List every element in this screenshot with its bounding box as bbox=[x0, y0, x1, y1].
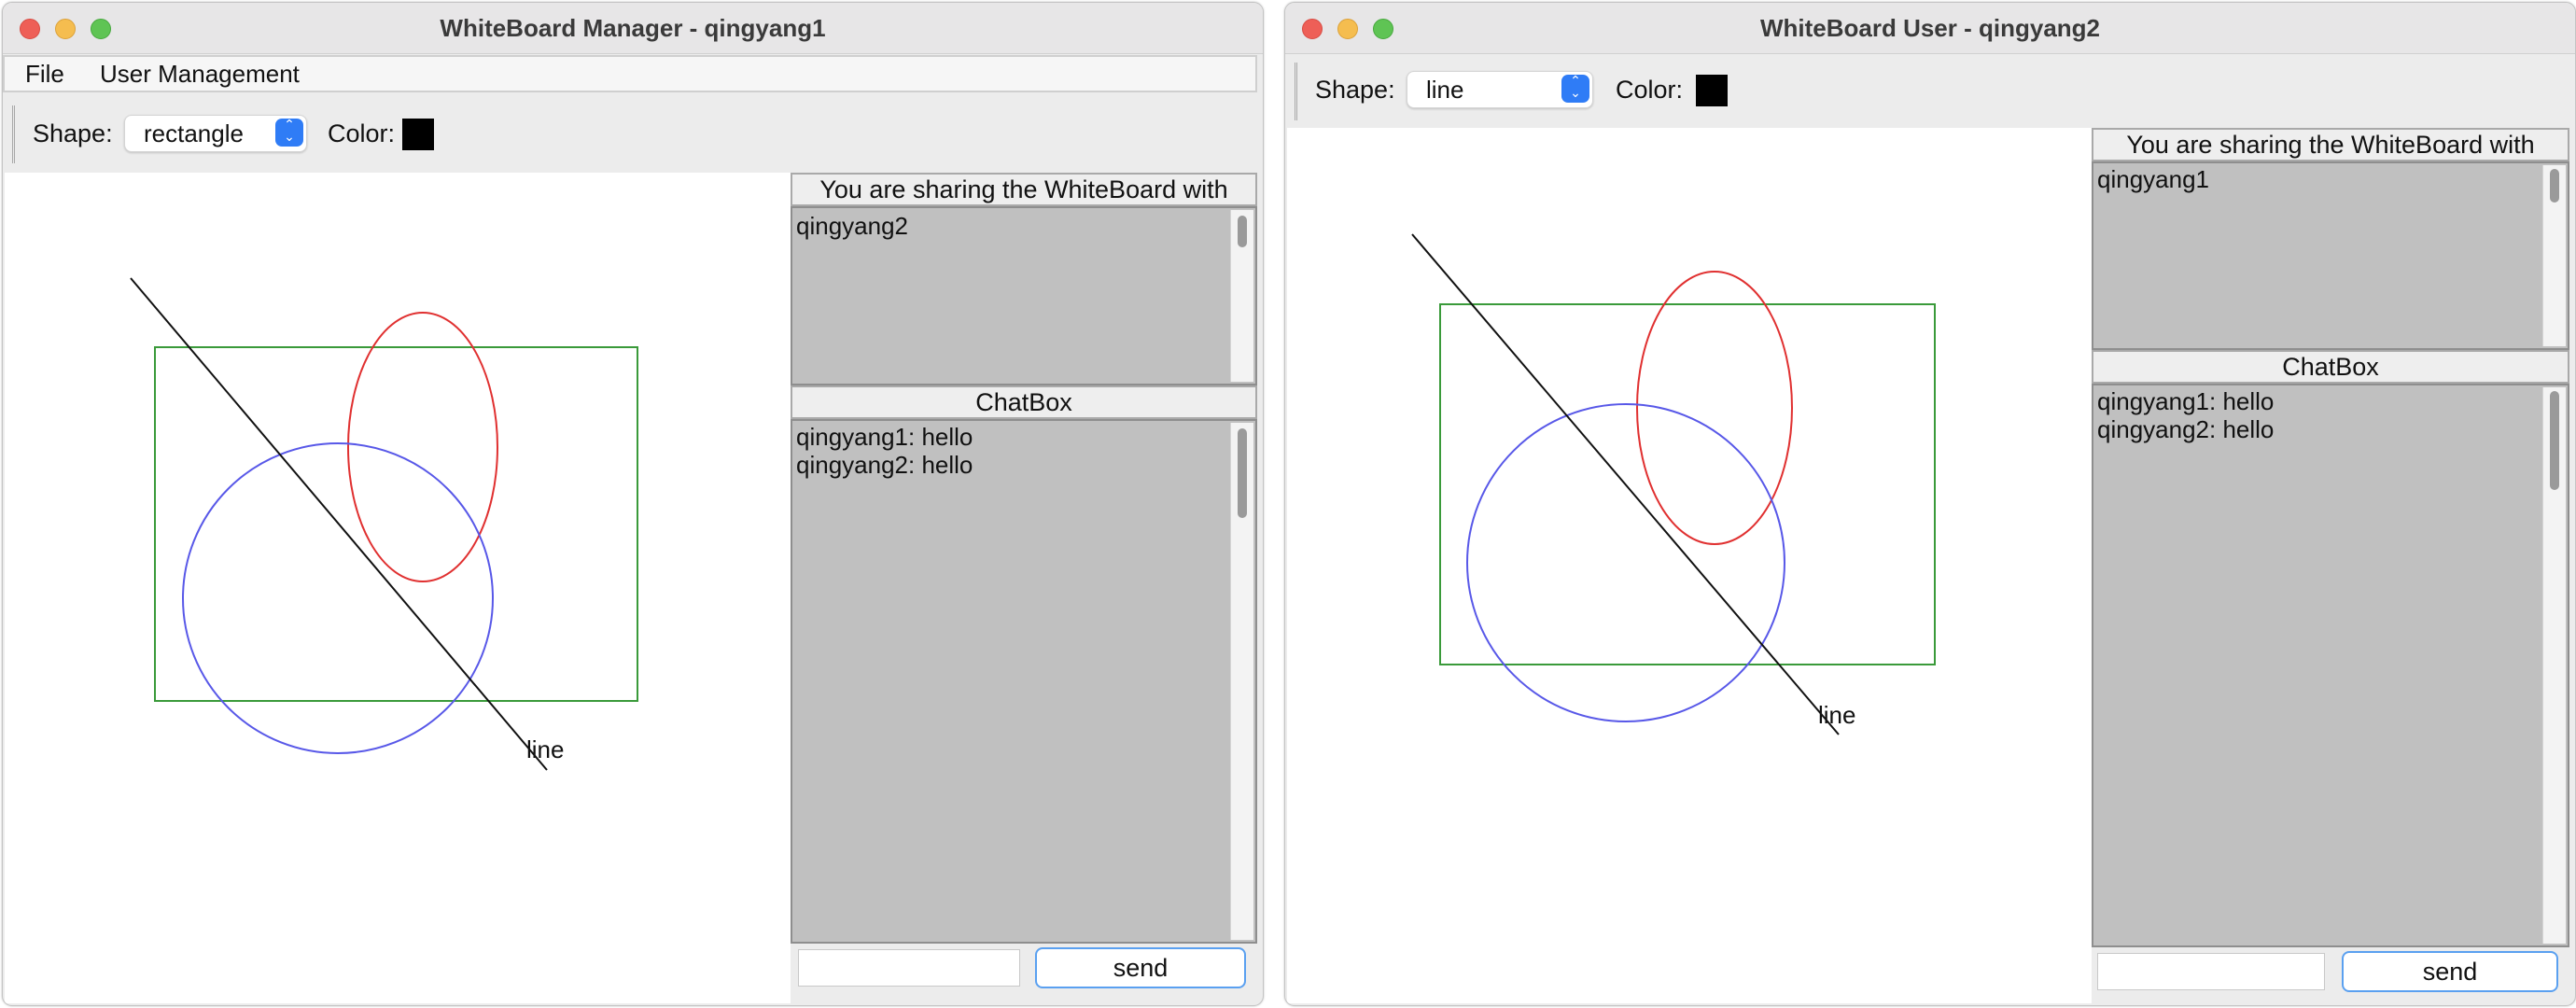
scrollbar-thumb[interactable] bbox=[2550, 169, 2559, 203]
whiteboard-canvas[interactable]: line bbox=[1287, 128, 2092, 1003]
sharing-header: You are sharing the WhiteBoard with bbox=[791, 173, 1257, 206]
menu-file[interactable]: File bbox=[16, 57, 74, 91]
scrollbar-thumb[interactable] bbox=[1238, 428, 1247, 518]
shared-users-list[interactable]: qingyang2 bbox=[791, 206, 1257, 385]
circle-shape bbox=[182, 442, 494, 754]
scrollbar[interactable] bbox=[2542, 387, 2566, 944]
toolbar: Shape: rectangle ⌃ ⌄ Color: bbox=[3, 96, 1263, 173]
chatbox-header: ChatBox bbox=[2092, 350, 2569, 384]
chat-message: qingyang1: hello bbox=[2097, 387, 2275, 415]
line-text-label: line bbox=[526, 735, 564, 763]
window-title: WhiteBoard Manager - qingyang1 bbox=[440, 14, 826, 42]
rectangle-shape bbox=[1439, 303, 1936, 665]
shape-dropdown[interactable]: rectangle ⌃ ⌄ bbox=[124, 115, 307, 152]
shape-label: Shape: bbox=[1315, 76, 1395, 104]
scrollbar[interactable] bbox=[1230, 210, 1253, 382]
chat-messages-area[interactable]: qingyang1: hello qingyang2: hello bbox=[2092, 384, 2569, 947]
chat-message: qingyang2: hello bbox=[2097, 415, 2275, 443]
color-label: Color: bbox=[1616, 76, 1684, 104]
scrollbar[interactable] bbox=[2542, 165, 2566, 346]
shared-user-item[interactable]: qingyang2 bbox=[796, 212, 908, 241]
menu-user-management[interactable]: User Management bbox=[91, 57, 309, 91]
chat-messages-area[interactable]: qingyang1: hello qingyang2: hello bbox=[791, 419, 1257, 944]
shape-dropdown-value: rectangle bbox=[144, 119, 244, 147]
title-bar[interactable]: WhiteBoard User - qingyang2 bbox=[1285, 3, 2575, 54]
shape-dropdown-value: line bbox=[1426, 76, 1464, 104]
shape-label: Shape: bbox=[33, 119, 113, 147]
sharing-header: You are sharing the WhiteBoard with bbox=[2092, 128, 2569, 161]
scrollbar-thumb[interactable] bbox=[1238, 216, 1247, 247]
user-window: WhiteBoard User - qingyang2 Shape: line … bbox=[1284, 2, 2576, 1006]
toolbar-grip[interactable] bbox=[12, 105, 22, 163]
chatbox-header: ChatBox bbox=[791, 385, 1257, 419]
send-button[interactable]: send bbox=[1035, 947, 1246, 988]
line-shape bbox=[1411, 233, 1840, 735]
dropdown-updown-icon: ⌃ ⌄ bbox=[1561, 74, 1589, 103]
scrollbar-thumb[interactable] bbox=[2550, 391, 2559, 490]
shared-users-list[interactable]: qingyang1 bbox=[2092, 161, 2569, 350]
color-label: Color: bbox=[328, 119, 396, 147]
toolbar: Shape: line ⌃ ⌄ Color: bbox=[1285, 55, 2575, 128]
dropdown-updown-icon: ⌃ ⌄ bbox=[275, 118, 303, 147]
whiteboard-canvas[interactable]: line bbox=[5, 173, 791, 1003]
scrollbar[interactable] bbox=[1230, 423, 1253, 940]
shape-dropdown[interactable]: line ⌃ ⌄ bbox=[1407, 71, 1593, 108]
chat-input[interactable] bbox=[2097, 953, 2325, 990]
chat-message: qingyang1: hello bbox=[796, 423, 973, 451]
manager-window: WhiteBoard Manager - qingyang1 File User… bbox=[2, 2, 1264, 1006]
line-text-label: line bbox=[1818, 701, 1855, 729]
chat-message: qingyang2: hello bbox=[796, 451, 973, 479]
toolbar-grip[interactable] bbox=[1295, 63, 1305, 120]
send-button[interactable]: send bbox=[2342, 951, 2558, 992]
rectangle-shape bbox=[154, 346, 638, 702]
chat-input[interactable] bbox=[798, 949, 1020, 987]
shared-user-item[interactable]: qingyang1 bbox=[2097, 165, 2209, 194]
circle-shape bbox=[1466, 403, 1785, 722]
color-swatch[interactable] bbox=[402, 119, 434, 150]
window-title: WhiteBoard User - qingyang2 bbox=[1759, 14, 2101, 42]
color-swatch[interactable] bbox=[1696, 75, 1728, 106]
title-bar[interactable]: WhiteBoard Manager - qingyang1 bbox=[3, 3, 1263, 54]
menu-bar: File User Management bbox=[3, 55, 1257, 92]
